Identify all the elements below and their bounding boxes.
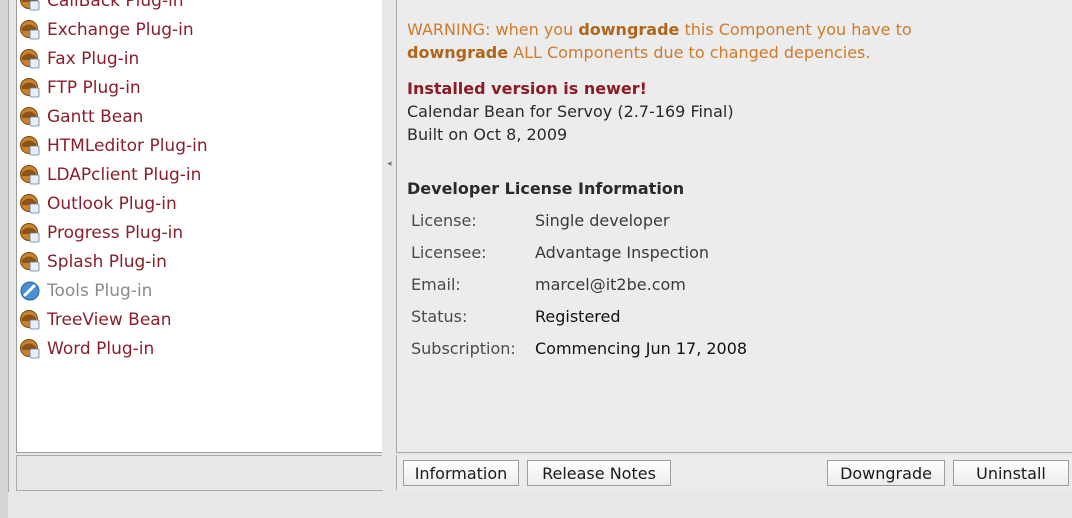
component-list-item[interactable]: HTMLeditor Plug-in xyxy=(17,131,382,160)
component-list-item[interactable]: Progress Plug-in xyxy=(17,218,382,247)
divider-grip-icon[interactable]: ◂ xyxy=(387,160,392,169)
built-date: Built on Oct 8, 2009 xyxy=(407,125,568,144)
email-label: Email: xyxy=(411,274,461,294)
licensee-label: Licensee: xyxy=(411,242,487,262)
status-bar xyxy=(8,492,1072,518)
warning-text-3: ALL Components due to changed depencies. xyxy=(508,43,871,62)
downgrade-warning: WARNING: when you downgrade this Compone… xyxy=(407,18,1057,64)
component-list-footer xyxy=(16,455,383,491)
tools-plugin-icon xyxy=(19,280,41,302)
component-list-item-label: FTP Plug-in xyxy=(47,77,141,98)
warning-text-2: this Component you have to xyxy=(679,20,912,39)
subscription-row: Subscription: Commencing Jun 17, 2008 xyxy=(407,332,747,364)
plugin-icon xyxy=(19,77,41,99)
license-label: License: xyxy=(411,210,477,230)
component-list-item-label: CallBack Plug-in xyxy=(47,0,184,11)
component-list-item-label: Outlook Plug-in xyxy=(47,193,177,214)
component-list-item[interactable]: TreeView Bean xyxy=(17,305,382,334)
component-list-item-label: TreeView Bean xyxy=(47,309,172,330)
component-list-item[interactable]: Splash Plug-in xyxy=(17,247,382,276)
uninstall-button[interactable]: Uninstall xyxy=(953,460,1069,486)
component-list-item-label: Exchange Plug-in xyxy=(47,19,194,40)
component-list-item[interactable]: Word Plug-in xyxy=(17,334,382,363)
component-list-item-label: LDAPclient Plug-in xyxy=(47,164,202,185)
component-list-item-label: Splash Plug-in xyxy=(47,251,167,272)
plugin-icon xyxy=(19,0,41,12)
plugin-icon xyxy=(19,222,41,244)
component-list-panel: CallBack Plug-in Exchange Plug-in Fax Plug… xyxy=(16,0,383,453)
component-list-item[interactable]: FTP Plug-in xyxy=(17,73,382,102)
license-value: Single developer xyxy=(535,210,670,230)
information-button[interactable]: Information xyxy=(403,460,519,486)
component-list-item-label: Progress Plug-in xyxy=(47,222,184,243)
warning-text-1: WARNING: when you xyxy=(407,20,579,39)
status-label: Status: xyxy=(411,306,468,326)
component-list-item-label: Gantt Bean xyxy=(47,106,144,127)
window-left-edge xyxy=(0,0,9,518)
plugin-icon xyxy=(19,48,41,70)
split-pane-divider[interactable]: ◂ xyxy=(382,0,396,490)
plugin-icon xyxy=(19,19,41,41)
component-list-item[interactable]: LDAPclient Plug-in xyxy=(17,160,382,189)
subscription-value: Commencing Jun 17, 2008 xyxy=(535,338,748,358)
component-list: CallBack Plug-in Exchange Plug-in Fax Plug… xyxy=(17,0,382,363)
plugin-icon xyxy=(19,338,41,360)
plugin-icon xyxy=(19,164,41,186)
warning-bold-2: downgrade xyxy=(407,43,509,62)
component-list-item[interactable]: Outlook Plug-in xyxy=(17,189,382,218)
plugin-icon xyxy=(19,193,41,215)
downgrade-button[interactable]: Downgrade xyxy=(827,460,945,486)
warning-bold-1: downgrade xyxy=(578,20,680,39)
component-list-item-label: HTMLeditor Plug-in xyxy=(47,135,208,156)
email-value: marcel@it2be.com xyxy=(535,274,686,294)
licensee-value: Advantage Inspection xyxy=(535,242,710,262)
component-list-item-label: Fax Plug-in xyxy=(47,48,140,69)
email-row: Email: marcel@it2be.com xyxy=(407,268,747,300)
action-button-bar: Information Release Notes Downgrade Unin… xyxy=(396,455,1072,490)
plugin-icon xyxy=(19,251,41,273)
release-notes-button[interactable]: Release Notes xyxy=(527,460,671,486)
component-name: Calendar Bean for Servoy (2.7-169 Final) xyxy=(407,102,734,121)
component-detail-panel: WARNING: when you downgrade this Compone… xyxy=(396,0,1072,453)
license-info-table: License: Single developer Licensee: Adva… xyxy=(407,204,747,364)
license-row: License: Single developer xyxy=(407,204,747,236)
plugin-icon xyxy=(19,309,41,331)
status-row: Status: Registered xyxy=(407,300,747,332)
plugin-icon xyxy=(19,135,41,157)
component-list-item[interactable]: Fax Plug-in xyxy=(17,44,382,73)
component-list-item[interactable]: Gantt Bean xyxy=(17,102,382,131)
component-list-item-label: Tools Plug-in xyxy=(47,280,153,301)
installed-version-title: Installed version is newer! xyxy=(407,79,647,98)
component-list-item-label: Word Plug-in xyxy=(47,338,155,359)
component-list-item[interactable]: CallBack Plug-in xyxy=(17,0,382,15)
status-value: Registered xyxy=(535,306,621,326)
plugin-icon xyxy=(19,106,41,128)
subscription-label: Subscription: xyxy=(411,338,516,358)
licensee-row: Licensee: Advantage Inspection xyxy=(407,236,747,268)
license-section-title: Developer License Information xyxy=(407,179,685,198)
component-list-item[interactable]: Tools Plug-in xyxy=(17,276,382,305)
component-list-item[interactable]: Exchange Plug-in xyxy=(17,15,382,44)
